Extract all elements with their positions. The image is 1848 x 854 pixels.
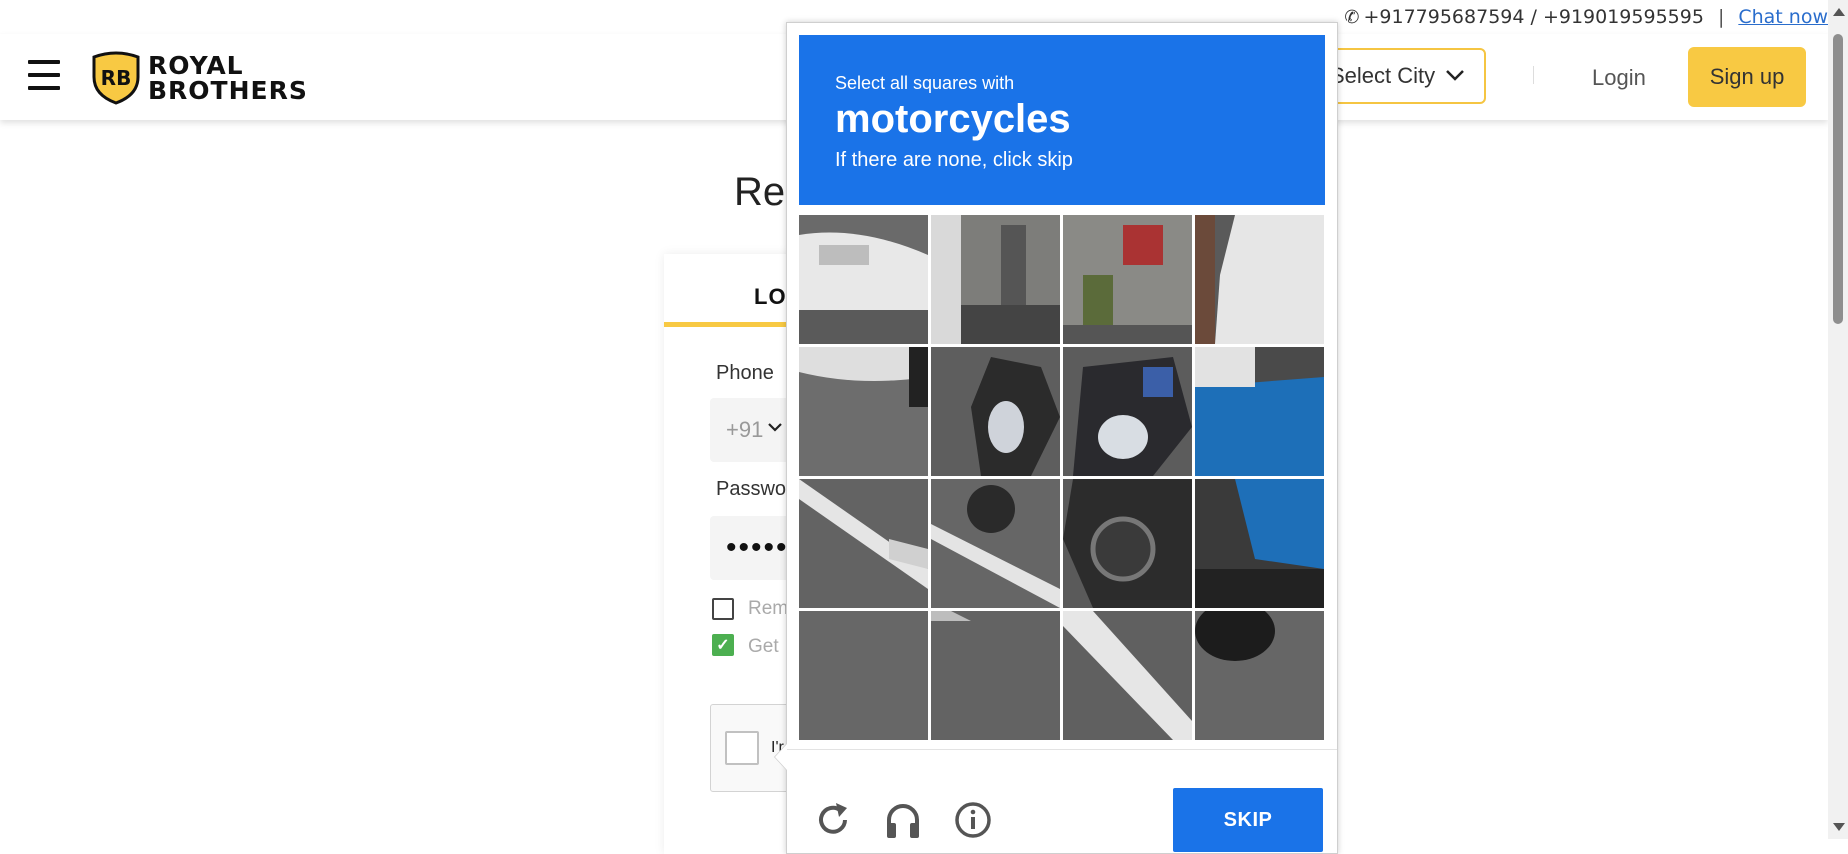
captcha-tile[interactable]: [799, 479, 928, 608]
captcha-tile[interactable]: [1063, 611, 1192, 740]
scroll-thumb[interactable]: [1833, 34, 1843, 324]
tile-image: [1195, 611, 1324, 740]
remember-label: Rem: [748, 598, 789, 619]
page-scrollbar[interactable]: [1828, 0, 1848, 839]
tile-image: [931, 347, 1060, 476]
signup-button[interactable]: Sign up: [1688, 47, 1806, 107]
tile-image: [799, 347, 928, 476]
captcha-tile[interactable]: [799, 347, 928, 476]
captcha-tile[interactable]: [799, 611, 928, 740]
captcha-tile[interactable]: [1063, 347, 1192, 476]
captcha-tile[interactable]: [799, 215, 928, 344]
logo-badge-icon: RB: [92, 51, 140, 105]
contact-separator: |: [1717, 6, 1725, 28]
popup-pointer: [774, 743, 787, 771]
captcha-image-grid: [799, 215, 1325, 741]
phone-icon: ✆: [1344, 6, 1360, 28]
scroll-down-icon[interactable]: [1833, 823, 1845, 831]
get-updates-label: Get: [748, 636, 779, 657]
tile-image: [1195, 347, 1324, 476]
tile-image: [799, 479, 928, 608]
login-button[interactable]: Login: [1592, 65, 1646, 91]
logo-line1: ROYAL: [148, 51, 244, 80]
captcha-hint: If there are none, click skip: [835, 149, 1073, 171]
tile-image: [1063, 611, 1192, 740]
chevron-down-icon: [768, 423, 782, 432]
tile-image: [1063, 479, 1192, 608]
captcha-tile[interactable]: [1195, 215, 1324, 344]
captcha-tile[interactable]: [931, 479, 1060, 608]
captcha-tile[interactable]: [1195, 611, 1324, 740]
tile-image: [931, 611, 1060, 740]
tile-image: [1195, 479, 1324, 608]
svg-text:RB: RB: [101, 66, 132, 90]
captcha-tile[interactable]: [1195, 347, 1324, 476]
captcha-instruction: Select all squares with: [835, 73, 1015, 93]
password-label: Passwo: [716, 478, 787, 500]
logo[interactable]: RB ROYAL BROTHERS: [90, 50, 308, 106]
captcha-tile[interactable]: [931, 611, 1060, 740]
tile-image: [799, 611, 928, 740]
contact-phones: +917795687594 / +919019595595: [1363, 6, 1704, 28]
captcha-tile[interactable]: [931, 215, 1060, 344]
captcha-tile[interactable]: [1063, 479, 1192, 608]
tile-image: [1063, 215, 1192, 344]
headphones-icon[interactable]: [883, 800, 923, 840]
phone-label: Phone: [716, 362, 774, 384]
recaptcha-checkbox[interactable]: [725, 731, 759, 765]
captcha-tile[interactable]: [1063, 215, 1192, 344]
scroll-up-icon[interactable]: [1833, 8, 1845, 16]
tile-image: [1195, 215, 1324, 344]
tile-image: [1063, 347, 1192, 476]
remember-checkbox[interactable]: [712, 598, 734, 620]
captcha-popup: Select all squares with motorcycles If t…: [774, 22, 1338, 854]
info-icon[interactable]: [953, 800, 993, 840]
captcha-footer: SKIP: [787, 749, 1337, 854]
city-select-label: Select City: [1330, 63, 1436, 88]
reload-icon[interactable]: [813, 800, 853, 840]
phone-code-value: +91: [726, 417, 764, 442]
header-divider: [1533, 66, 1534, 84]
captcha-tile[interactable]: [1195, 479, 1324, 608]
captcha-target: motorcycles: [835, 97, 1071, 141]
hamburger-menu-icon[interactable]: [28, 60, 60, 90]
chevron-down-icon: [1446, 70, 1464, 81]
skip-button[interactable]: SKIP: [1173, 788, 1323, 852]
tile-image: [931, 479, 1060, 608]
checkmark-icon: ✓: [716, 637, 730, 654]
chat-now-link[interactable]: Chat now: [1738, 6, 1828, 28]
tile-image: [931, 215, 1060, 344]
get-updates-checkbox[interactable]: ✓: [712, 634, 734, 656]
captcha-tile[interactable]: [931, 347, 1060, 476]
captcha-header: Select all squares with motorcycles If t…: [799, 35, 1325, 205]
logo-line2: BROTHERS: [148, 76, 308, 105]
tile-image: [799, 215, 928, 344]
